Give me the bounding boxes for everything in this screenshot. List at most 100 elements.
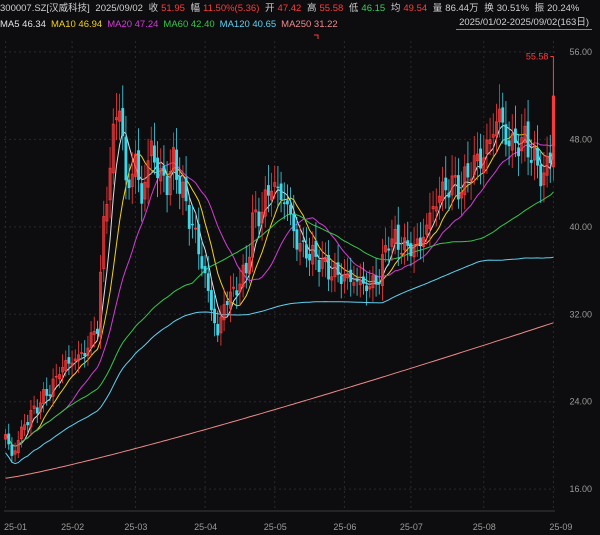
candle-body [479, 148, 483, 169]
candle-body [35, 407, 39, 414]
candle-body [374, 275, 378, 284]
candle-body [10, 444, 14, 456]
candle-body [121, 108, 125, 137]
candle-body [187, 204, 191, 229]
volume-value: 86.44万 [445, 3, 479, 14]
candle-body [200, 256, 204, 269]
candle-body [162, 165, 166, 176]
candle-body [152, 145, 156, 163]
avg-label: 均 [390, 3, 401, 14]
candle-body [456, 175, 460, 200]
candle-body [156, 157, 160, 179]
ma-legend-item: MA60 42.40 [163, 19, 215, 30]
low-label: 低 [348, 3, 359, 14]
x-tick-label: 25-05 [264, 522, 287, 532]
candle-body [387, 248, 391, 251]
candle-body [295, 229, 299, 250]
candle-body [165, 176, 169, 196]
candle-body [140, 183, 144, 204]
candle-body [67, 357, 71, 364]
candle-body [45, 389, 49, 396]
date-range-selector[interactable]: 2025/01/02-2025/09/02(163日) [456, 17, 592, 30]
candle-body [95, 328, 99, 334]
x-tick-label: 25-01 [4, 522, 27, 532]
candle-body [336, 262, 340, 275]
candle-body [127, 179, 131, 189]
candle-body [308, 253, 312, 261]
ma-legend-item: MA20 47.24 [107, 19, 159, 30]
y-tick-label: 24.00 [569, 397, 592, 407]
candle-body [124, 136, 128, 181]
candle-body [54, 375, 58, 378]
change-label: 幅 [190, 3, 201, 14]
candle-body [314, 240, 318, 257]
high-label: 高 [306, 3, 317, 14]
amplitude-value: 20.24% [547, 3, 580, 14]
x-tick-label: 25-09 [549, 522, 572, 532]
ma-legend-item: MA5 46.34 [0, 19, 46, 30]
ma-legend-item: MA10 46.94 [50, 19, 103, 30]
candle-body [399, 252, 403, 255]
candle-body [536, 147, 540, 166]
high-value: 55.58 [319, 3, 344, 14]
candle-body [178, 175, 182, 194]
low-value: 46.15 [361, 3, 386, 14]
candle-body [447, 192, 451, 198]
candle-body [301, 240, 305, 242]
amplitude-label: 振 [534, 3, 545, 14]
change-value: 11.50%(5.36) [203, 3, 260, 14]
candle-body [80, 352, 84, 354]
y-tick-label: 32.00 [569, 309, 592, 319]
y-tick-label: 40.00 [569, 222, 592, 232]
ma-legend-item: MA250 31.22 [281, 19, 338, 30]
candle-body [339, 275, 343, 284]
candle-body [7, 433, 11, 445]
open-label: 开 [265, 3, 275, 14]
candle-body [539, 164, 543, 187]
candle-body [285, 200, 289, 205]
candle-body [327, 254, 331, 280]
x-tick-label: 25-03 [124, 522, 147, 532]
candle-body [406, 240, 410, 246]
high-annotation: 55.58 [526, 52, 549, 62]
x-tick-label: 25-08 [473, 522, 496, 532]
candle-body [209, 290, 213, 311]
candle-body [304, 244, 308, 259]
candle-body [409, 243, 413, 257]
candle-body [292, 213, 296, 232]
candle-body [266, 185, 270, 196]
candle-body [517, 147, 521, 157]
candle-body [216, 323, 220, 336]
candle-body [48, 394, 52, 397]
ma-legend-item: MA120 40.65 [219, 19, 277, 30]
candle-body [289, 204, 293, 215]
candle-body [317, 259, 321, 272]
candle-body [184, 177, 188, 202]
candle-body [197, 224, 201, 255]
x-tick-label: 25-06 [333, 522, 356, 532]
candle-body [276, 186, 280, 189]
y-tick-label: 56.00 [569, 47, 592, 57]
candle-body [282, 202, 286, 204]
candle-body [257, 211, 261, 227]
candle-body [444, 177, 448, 191]
turnover-value: 30.51% [496, 3, 529, 14]
candlestick-chart: 56.00 48.00 40.00 32.00 24.00 16.00 25-01 25-02… [4, 34, 592, 532]
candle-body [507, 140, 511, 147]
candle-body [225, 300, 229, 305]
candle-body [361, 276, 365, 284]
stock-symbol: 300007.SZ[汉威科技] [0, 3, 90, 14]
candle-body [213, 308, 217, 324]
candle-body [349, 269, 353, 282]
x-tick-label: 25-04 [194, 522, 217, 532]
x-tick-label: 25-02 [61, 522, 84, 532]
candle-body [206, 273, 210, 291]
candle-body [26, 422, 30, 426]
candle-body [377, 282, 381, 285]
candle-body [137, 150, 141, 180]
x-tick-label: 25-07 [400, 522, 423, 532]
candle-body [244, 262, 248, 274]
candle-body [365, 285, 369, 292]
candle-body [548, 152, 552, 164]
open-value: 47.42 [277, 3, 302, 14]
